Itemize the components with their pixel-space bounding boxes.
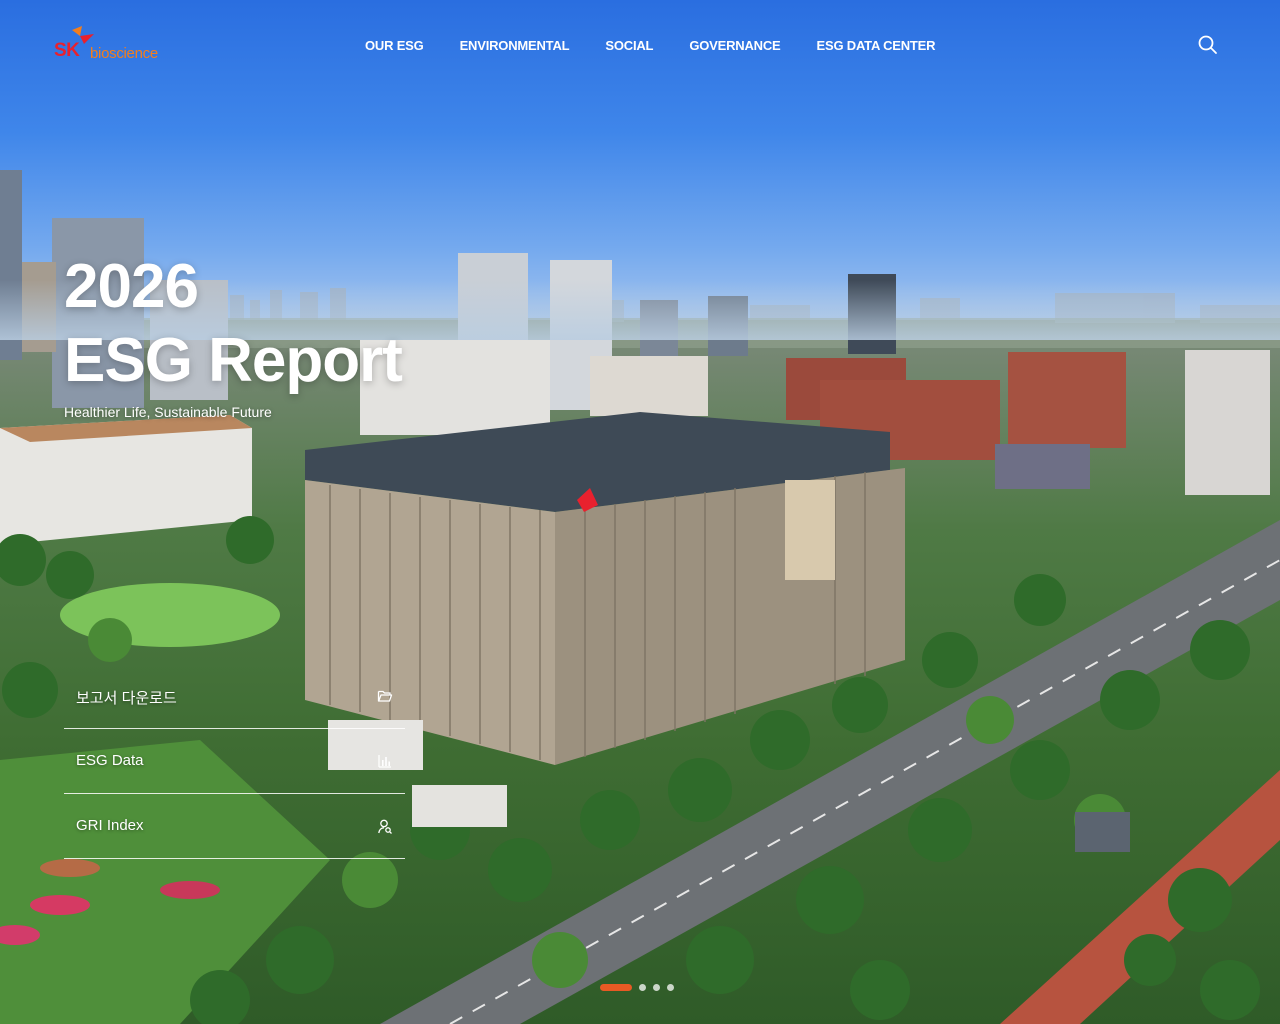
quick-link-label: GRI Index [76, 817, 144, 834]
hero-title: 2026 ESG Report [64, 250, 403, 398]
user-search-icon [378, 819, 392, 834]
nav-social[interactable]: SOCIAL [605, 38, 653, 53]
pagination-active-bar[interactable] [600, 984, 632, 991]
sk-bioscience-logo[interactable]: SK bioscience [54, 26, 184, 66]
pagination-dot[interactable] [667, 984, 674, 991]
nav-governance[interactable]: GOVERNANCE [689, 38, 780, 53]
esg-data-link[interactable]: ESG Data [64, 729, 405, 794]
site-header: SK bioscience OUR ESG ENVIRONMENTAL SOCI… [0, 0, 1280, 90]
folder-open-icon [377, 690, 393, 702]
quick-link-label: ESG Data [76, 752, 144, 769]
nav-our-esg[interactable]: OUR ESG [365, 38, 424, 53]
quick-links: 보고서 다운로드 ESG Data GRI Index [64, 664, 405, 859]
report-download-link[interactable]: 보고서 다운로드 [64, 664, 405, 729]
search-icon [1198, 35, 1217, 54]
pagination-dot[interactable] [639, 984, 646, 991]
quick-link-label: 보고서 다운로드 [76, 690, 177, 707]
nav-esg-data-center[interactable]: ESG DATA CENTER [817, 38, 936, 53]
slide-pagination [600, 984, 674, 991]
hero-subtitle: Healthier Life, Sustainable Future [64, 404, 272, 420]
hero-title-year: 2026 [64, 252, 199, 321]
hero-title-report: ESG Report [64, 326, 403, 395]
nav-environmental[interactable]: ENVIRONMENTAL [460, 38, 570, 53]
main-navigation: OUR ESG ENVIRONMENTAL SOCIAL GOVERNANCE … [365, 38, 971, 53]
bar-chart-icon [378, 755, 391, 768]
logo-bioscience-text: bioscience [90, 45, 158, 62]
hero-background-image [0, 0, 1280, 1024]
search-button[interactable] [1197, 34, 1219, 56]
logo-sk-text: SK [54, 40, 80, 61]
cityscape-illustration [0, 170, 1280, 1024]
pagination-dot[interactable] [653, 984, 660, 991]
gri-index-link[interactable]: GRI Index [64, 794, 405, 859]
